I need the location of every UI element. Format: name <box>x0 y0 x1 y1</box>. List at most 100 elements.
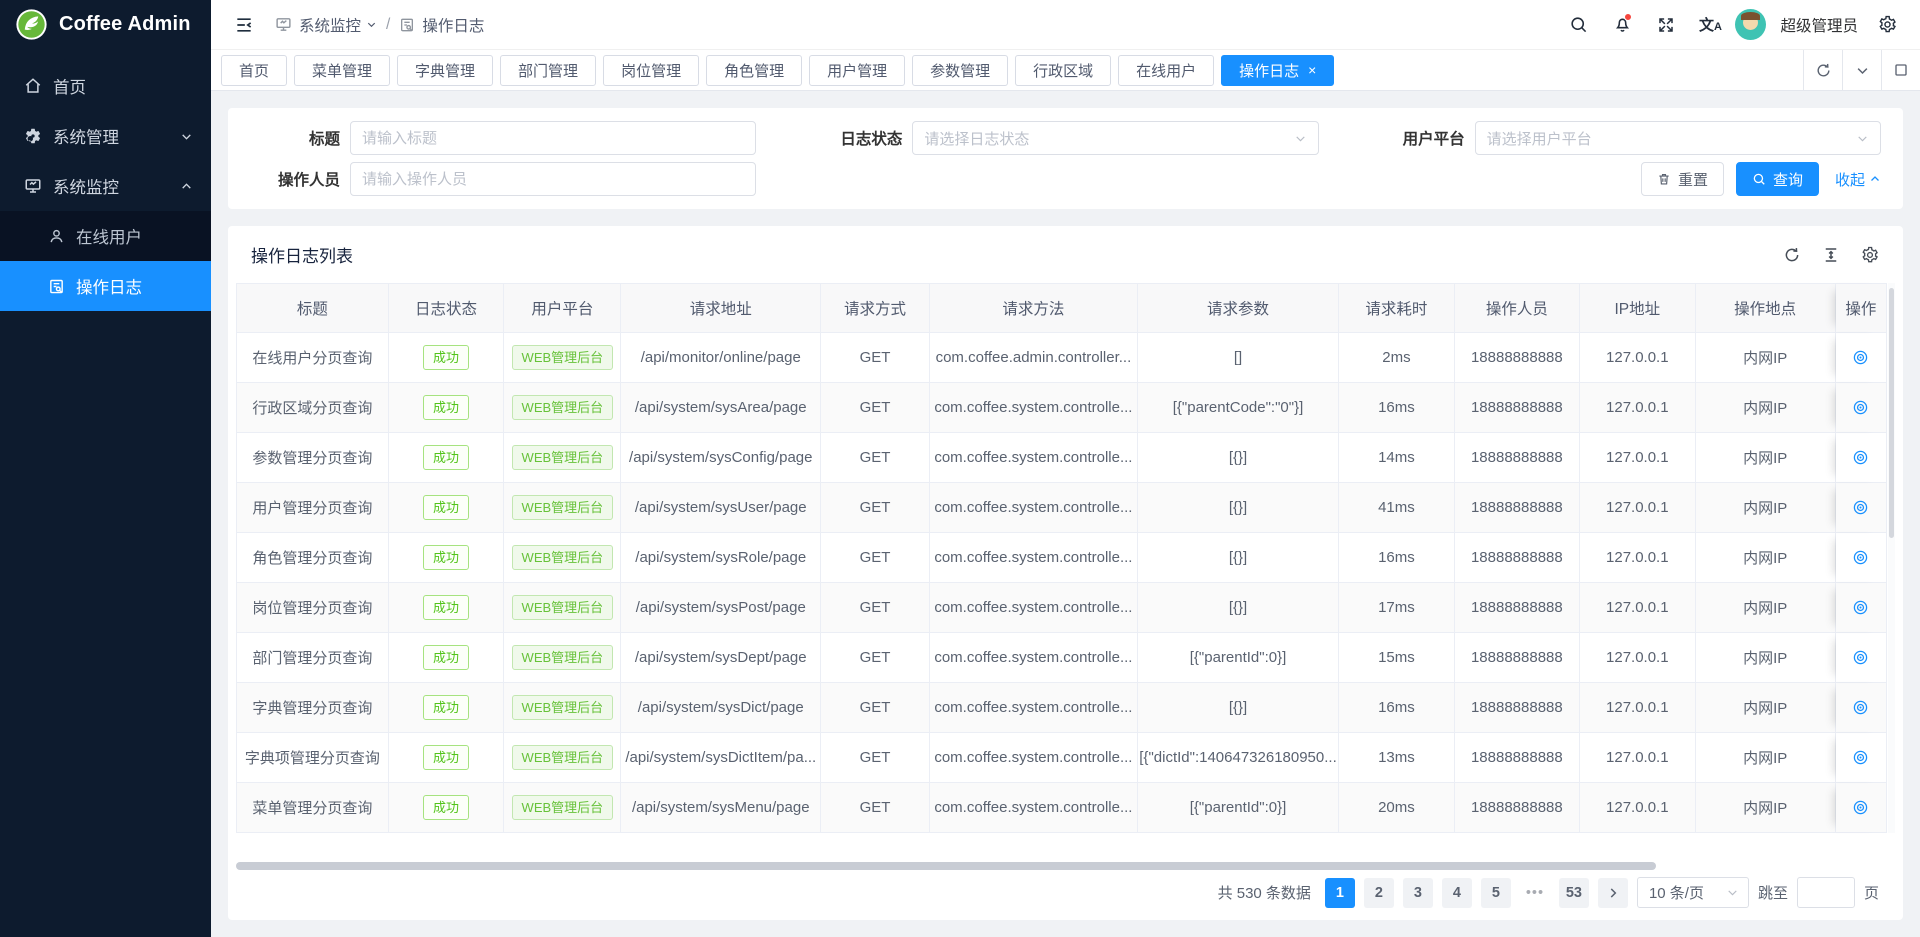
search-button[interactable] <box>1559 6 1597 44</box>
notifications-button[interactable] <box>1603 6 1641 44</box>
cell-platform: WEB管理后台 <box>504 383 621 432</box>
tab[interactable]: 操作日志 × <box>1221 55 1334 86</box>
refresh-table-button[interactable] <box>1783 246 1801 264</box>
sidebar-item-label: 操作日志 <box>76 274 142 298</box>
cell-operator: 18888888888 <box>1455 583 1580 632</box>
breadcrumb-parent[interactable]: 系统监控 <box>299 14 377 36</box>
view-detail-button[interactable] <box>1852 649 1869 666</box>
operator-input[interactable] <box>350 162 756 196</box>
tab-options-button[interactable] <box>1842 50 1881 90</box>
fullscreen-button[interactable] <box>1647 6 1685 44</box>
tab-label: 岗位管理 <box>621 60 681 81</box>
query-button[interactable]: 查询 <box>1736 162 1819 196</box>
tab[interactable]: 角色管理 × <box>706 55 802 86</box>
view-detail-button[interactable] <box>1852 449 1869 466</box>
reset-button[interactable]: 重置 <box>1641 162 1724 196</box>
cell-ip: 127.0.0.1 <box>1580 383 1696 432</box>
tab[interactable]: 在线用户 × <box>1118 55 1214 86</box>
collapse-search-link[interactable]: 收起 <box>1835 169 1881 190</box>
page-button[interactable]: ••• <box>1520 878 1550 908</box>
tab[interactable]: 首页 × <box>221 55 287 86</box>
cell-request-method: GET <box>821 433 930 482</box>
tab[interactable]: 用户管理 × <box>809 55 905 86</box>
sidebar: Coffee Admin 首页 系统管理 系统监控 <box>0 0 211 937</box>
column-header: IP地址 <box>1580 284 1696 332</box>
gear-icon <box>24 127 42 145</box>
cell-ip: 127.0.0.1 <box>1580 483 1696 532</box>
cell-platform: WEB管理后台 <box>504 483 621 532</box>
sidebar-item-online-users[interactable]: 在线用户 <box>0 211 211 261</box>
view-detail-button[interactable] <box>1852 399 1869 416</box>
cell-operator: 18888888888 <box>1455 683 1580 732</box>
chevron-up-icon <box>1869 173 1881 185</box>
column-settings-button[interactable] <box>1861 246 1879 264</box>
vertical-scrollbar[interactable] <box>1888 283 1895 833</box>
page-button[interactable]: 3 <box>1403 878 1433 908</box>
eye-icon <box>1852 699 1869 716</box>
table-row: 在线用户分页查询 成功 WEB管理后台 /api/monitor/online/… <box>237 333 1887 383</box>
view-detail-button[interactable] <box>1852 799 1869 816</box>
sidebar-item-system-management[interactable]: 系统管理 <box>0 111 211 161</box>
view-detail-button[interactable] <box>1852 699 1869 716</box>
jump-label: 跳至 <box>1758 882 1788 903</box>
sidebar-item-system-monitor[interactable]: 系统监控 <box>0 161 211 211</box>
page-button[interactable]: 5 <box>1481 878 1511 908</box>
page-button[interactable]: 2 <box>1364 878 1394 908</box>
cell-request-method: GET <box>821 683 930 732</box>
cell-actions <box>1836 483 1887 532</box>
view-detail-button[interactable] <box>1852 499 1869 516</box>
density-button[interactable] <box>1822 246 1840 264</box>
language-button[interactable]: 文A <box>1691 6 1729 44</box>
maximize-content-button[interactable] <box>1881 50 1920 90</box>
app-title: Coffee Admin <box>59 13 191 36</box>
view-detail-button[interactable] <box>1852 599 1869 616</box>
jump-page-input[interactable] <box>1797 877 1855 908</box>
monitor-icon <box>275 16 292 33</box>
table-row: 字典项管理分页查询 成功 WEB管理后台 /api/system/sysDict… <box>237 733 1887 783</box>
tab[interactable]: 部门管理 × <box>500 55 596 86</box>
avatar[interactable] <box>1735 9 1766 40</box>
log-status-field: 日志状态 请选择日志状态 <box>802 121 1318 155</box>
search-actions: 重置 查询 收起 <box>802 162 1881 196</box>
page-button[interactable]: 1 <box>1325 878 1355 908</box>
tab-label: 菜单管理 <box>312 60 372 81</box>
view-detail-button[interactable] <box>1852 349 1869 366</box>
page-button[interactable]: 4 <box>1442 878 1472 908</box>
app-logo[interactable]: Coffee Admin <box>0 0 211 49</box>
tab[interactable]: 岗位管理 × <box>603 55 699 86</box>
tab-close-icon[interactable]: × <box>1308 63 1316 77</box>
sidebar-fold-button[interactable] <box>227 8 261 42</box>
tab[interactable]: 参数管理 × <box>912 55 1008 86</box>
cell-location: 内网IP <box>1696 533 1836 582</box>
cell-request-params: [{}] <box>1138 533 1339 582</box>
vertical-scrollbar-thumb[interactable] <box>1889 288 1894 538</box>
cell-operator: 18888888888 <box>1455 483 1580 532</box>
page-size-select[interactable]: 10 条/页 <box>1637 877 1749 908</box>
tab-label: 部门管理 <box>518 60 578 81</box>
refresh-tab-button[interactable] <box>1803 50 1842 90</box>
settings-button[interactable] <box>1868 6 1906 44</box>
next-page-button[interactable] <box>1598 878 1628 908</box>
tab[interactable]: 行政区域 × <box>1015 55 1111 86</box>
tab[interactable]: 字典管理 × <box>397 55 493 86</box>
view-detail-button[interactable] <box>1852 749 1869 766</box>
user-platform-select[interactable]: 请选择用户平台 <box>1475 121 1881 155</box>
cell-title: 菜单管理分页查询 <box>237 783 389 832</box>
cell-request-url: /api/system/sysDictItem/pa... <box>621 733 821 782</box>
tab[interactable]: 菜单管理 × <box>294 55 390 86</box>
pagination: 共 530 条数据 1 2 3 4 5 <box>228 873 1903 926</box>
username[interactable]: 超级管理员 <box>1780 14 1858 36</box>
cell-platform: WEB管理后台 <box>504 583 621 632</box>
platform-badge: WEB管理后台 <box>512 545 614 571</box>
sidebar-item-home[interactable]: 首页 <box>0 61 211 111</box>
view-detail-button[interactable] <box>1852 549 1869 566</box>
user-platform-field: 用户平台 请选择用户平台 <box>1365 121 1881 155</box>
horizontal-scrollbar-thumb[interactable] <box>236 862 1656 870</box>
platform-badge: WEB管理后台 <box>512 345 614 371</box>
panel-header: 操作日志列表 <box>228 226 1903 283</box>
log-status-select[interactable]: 请选择日志状态 <box>912 121 1318 155</box>
page-button[interactable]: 53 <box>1559 878 1589 908</box>
cell-location: 内网IP <box>1696 433 1836 482</box>
sidebar-item-operation-log[interactable]: 操作日志 <box>0 261 211 311</box>
title-input[interactable] <box>350 121 756 155</box>
